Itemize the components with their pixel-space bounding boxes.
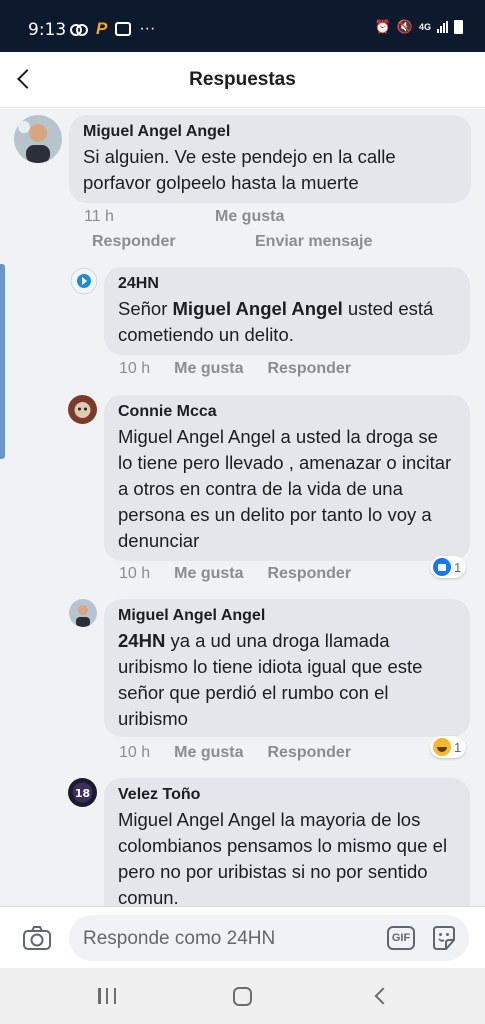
system-back-icon[interactable] [372,988,388,1004]
avatar-miguel[interactable] [69,599,97,627]
replies-thread[interactable]: Miguel Angel Angel Si alguien. Ve este p… [0,109,485,906]
voicemail-icon [70,24,88,36]
reply-input-placeholder: Responde como 24HN [83,928,276,949]
avatar-24hn[interactable] [70,267,98,295]
reply-input[interactable]: Responde como 24HN GIF [69,915,469,961]
reply-button[interactable]: Responder [267,744,351,762]
reaction-count: 1 [454,559,462,575]
mention-link[interactable]: Miguel Angel Angel [173,298,343,319]
reaction-summary[interactable]: 1 [430,736,467,758]
comment-text: Si alguien. Ve este pendejo en la calle … [83,146,396,193]
status-time: 9:13 [28,20,67,40]
app-notification-icon: P [96,19,108,38]
reply-bubble[interactable]: Connie Mcca Miguel Angel Angel a usted l… [104,395,470,561]
battery-icon [454,20,463,34]
svg-text:18: 18 [75,787,90,800]
reply-bubble[interactable]: Velez Toño Miguel Angel Angel la mayoria… [104,778,470,906]
mute-icon: 🔇 [396,19,413,34]
page-title: Respuestas [189,69,296,90]
like-button[interactable]: Me gusta [174,565,243,583]
network-type: 4G [418,22,431,32]
reply-text: Señor Miguel Angel Angel usted está come… [118,298,434,345]
reply-composer: Responde como 24HN GIF [0,906,485,968]
haha-reaction-icon [433,738,451,756]
message-notification-icon [115,22,132,36]
reaction-count: 1 [454,739,462,755]
thread-indicator [0,264,5,459]
signal-icon [437,21,448,33]
reply-text: 24HN ya a ud una droga llamada uribismo … [118,630,423,729]
header: Respuestas [0,52,485,108]
reply-bubble[interactable]: Miguel Angel Angel 24HN ya a ud una drog… [104,599,470,737]
like-button[interactable]: Me gusta [174,744,243,762]
reply-time: 10 h [119,565,151,582]
reply-author[interactable]: Velez Toño [118,786,456,804]
avatar-miguel[interactable] [14,115,62,163]
reply-author[interactable]: 24HN [118,275,456,293]
home-icon[interactable] [233,987,252,1006]
recent-apps-icon[interactable] [98,988,116,1004]
avatar-connie[interactable] [68,395,97,424]
reply-bubble[interactable]: 24HN Señor Miguel Angel Angel usted está… [104,267,470,355]
comment-author[interactable]: Miguel Angel Angel [83,123,457,141]
like-button[interactable]: Me gusta [174,360,243,378]
more-notifications-icon: ··· [139,20,156,37]
system-navigation-bar [0,968,485,1024]
send-message-button[interactable]: Enviar mensaje [255,233,372,251]
reply-button[interactable]: Responder [92,233,176,251]
reply-author[interactable]: Miguel Angel Angel [118,607,456,625]
like-reaction-icon [433,558,451,576]
sticker-icon[interactable] [430,924,458,952]
reply-text: Miguel Angel Angel a usted la droga se l… [118,426,452,551]
camera-icon[interactable] [22,923,52,953]
reply-text: Miguel Angel Angel la mayoria de los col… [118,809,448,906]
reply-author[interactable]: Connie Mcca [118,403,456,421]
reply-time: 10 h [119,360,151,377]
comment-bubble[interactable]: Miguel Angel Angel Si alguien. Ve este p… [69,115,471,203]
reply-button[interactable]: Responder [267,565,351,583]
alarm-icon: ⏰ [374,19,391,34]
reaction-summary[interactable]: 1 [430,556,467,578]
reply-time: 10 h [119,744,151,761]
comment-time: 11 h [84,208,114,225]
reply-button[interactable]: Responder [267,360,351,378]
like-button[interactable]: Me gusta [215,208,284,226]
mention-link[interactable]: 24HN [118,630,165,651]
gif-button[interactable]: GIF [387,926,415,950]
status-bar: 9:13 P ··· ⏰ 🔇 4G [0,0,485,52]
avatar-velez[interactable]: 18 [68,778,97,807]
